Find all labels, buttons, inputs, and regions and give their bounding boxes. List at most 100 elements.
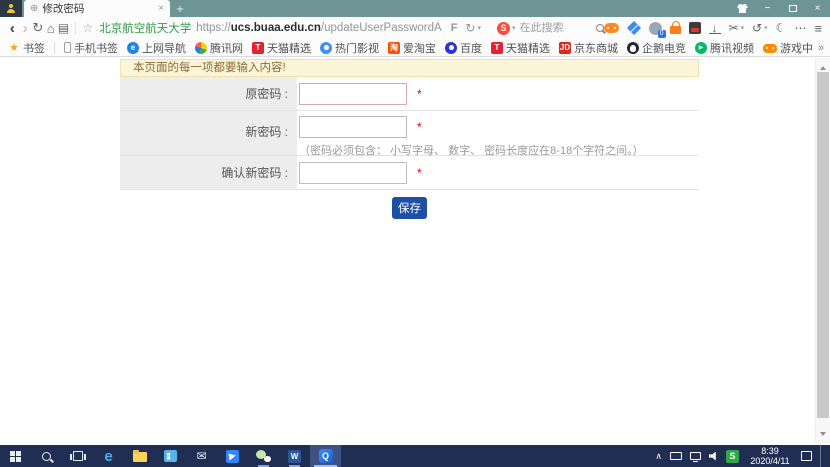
restore-tabs-icon[interactable]: ↺▾ xyxy=(752,21,768,35)
bookmark-panel-button[interactable]: ▤ xyxy=(57,21,70,35)
kite-extension-icon[interactable] xyxy=(627,23,641,33)
taskbar-wechat[interactable] xyxy=(248,445,279,467)
bookmark-label: 天猫精选 xyxy=(506,40,550,56)
skin-button[interactable] xyxy=(730,0,755,17)
bookmark-item[interactable]: 企鹅电竞 xyxy=(627,40,686,56)
page-scrollbar[interactable] xyxy=(815,58,830,444)
bookmark-item[interactable]: T天猫精选 xyxy=(252,40,311,56)
bookmark-label: 游戏中心 xyxy=(780,40,812,56)
speaker-icon[interactable] xyxy=(709,452,718,461)
taskbar-search-button[interactable] xyxy=(31,445,62,467)
taskbar-word[interactable]: W xyxy=(279,445,310,467)
bookmark-item[interactable]: 热门影视 xyxy=(320,40,379,56)
taskbar-edge[interactable]: e xyxy=(93,445,124,467)
keyboard-icon[interactable] xyxy=(670,452,682,460)
scrollbar-up-arrow[interactable] xyxy=(820,63,826,70)
screenshot-icon[interactable]: ✂▾ xyxy=(729,21,745,35)
taskbar-file-explorer[interactable] xyxy=(124,445,155,467)
form-row-confirm-password: 确认新密码 : * xyxy=(120,156,699,190)
action-center-icon[interactable] xyxy=(801,451,812,461)
close-button[interactable]: × xyxy=(805,0,830,17)
taskbar-mail[interactable]: ✉ xyxy=(186,445,217,467)
tab-bar: ⊕ 修改密码 × + − × xyxy=(0,0,830,17)
search-box[interactable]: S ▾ xyxy=(497,22,604,35)
start-button[interactable] xyxy=(0,445,31,467)
gamepad-icon xyxy=(763,44,777,53)
tray-app-icon[interactable]: S xyxy=(726,450,739,463)
shopping-extension-icon[interactable] xyxy=(670,22,681,34)
field-label: 原密码 : xyxy=(120,77,297,110)
new-tab-button[interactable]: + xyxy=(170,0,190,17)
bookmarks-divider xyxy=(54,42,55,54)
taskbar-messenger[interactable] xyxy=(217,445,248,467)
search-icon[interactable] xyxy=(596,24,604,32)
tab-close-icon[interactable]: × xyxy=(158,3,164,14)
form-row-new-password: 新密码 : * （密码必须包含： 小写字母、 数字、 密码长度应在8-18个字符… xyxy=(120,111,699,156)
browser-tab[interactable]: ⊕ 修改密码 × xyxy=(24,0,170,17)
bookmark-label: 腾讯视频 xyxy=(710,40,754,56)
bookmark-item[interactable]: T天猫精选 xyxy=(491,40,550,56)
maximize-button[interactable] xyxy=(780,0,805,17)
night-mode-icon[interactable]: ☾ xyxy=(776,21,787,35)
scrollbar-down-arrow[interactable] xyxy=(820,432,826,439)
f-mode-icon[interactable]: F xyxy=(451,22,458,34)
back-button[interactable]: ‹ xyxy=(6,20,19,37)
confirm-password-input[interactable] xyxy=(299,162,407,184)
taskbar-clock[interactable]: 8:39 2020/4/11 xyxy=(747,446,793,466)
bookmark-label: 腾讯网 xyxy=(210,40,243,56)
user-avatar[interactable] xyxy=(0,0,22,17)
bookmark-label: 京东商城 xyxy=(574,40,618,56)
url-host: ucs.buaa.edu.cn xyxy=(231,22,321,34)
forward-button[interactable]: › xyxy=(19,20,32,37)
bookmark-item[interactable]: 游戏中心 xyxy=(763,40,812,56)
bookmark-label: 手机书签 xyxy=(74,40,118,56)
refresh-button[interactable]: ↻ xyxy=(32,20,45,36)
show-desktop-button[interactable] xyxy=(820,445,824,467)
clock-date: 2020/4/11 xyxy=(747,456,793,466)
bookmark-item[interactable]: 淘爱淘宝 xyxy=(388,40,436,56)
scrollbar-thumb[interactable] xyxy=(817,72,829,418)
download-icon[interactable]: ↓ xyxy=(709,23,721,34)
taskbar-store[interactable] xyxy=(155,445,186,467)
home-button[interactable]: ⌂ xyxy=(44,21,57,36)
menu-icon[interactable]: ≡ xyxy=(814,21,822,36)
globe-icon: ⊕ xyxy=(30,3,38,14)
pdf-extension-icon[interactable] xyxy=(689,22,701,34)
bookmarks-list: ★书签手机书签e上网导航腾讯网T天猫精选热门影视淘爱淘宝百度T天猫精选JD京东商… xyxy=(8,40,812,56)
browser-icon: Q xyxy=(319,449,333,463)
paw-icon xyxy=(320,42,332,54)
required-asterisk: * xyxy=(417,120,422,134)
search-engine-icon[interactable]: S xyxy=(497,22,510,35)
chevron-down-icon[interactable]: ▾ xyxy=(512,24,516,32)
network-icon[interactable] xyxy=(690,452,701,460)
favorite-star-icon[interactable]: ☆ xyxy=(82,21,93,35)
bookmarks-overflow-button[interactable]: » xyxy=(812,42,830,54)
search-icon xyxy=(42,452,51,461)
bookmark-item[interactable]: 手机书签 xyxy=(64,40,118,56)
bookmark-item[interactable]: ★书签 xyxy=(8,40,45,56)
game-center-icon[interactable] xyxy=(604,23,619,33)
bookmark-item[interactable]: e上网导航 xyxy=(127,40,186,56)
bookmark-item[interactable]: JD京东商城 xyxy=(559,40,618,56)
task-view-button[interactable] xyxy=(62,445,93,467)
compat-mode-icon[interactable]: ↻ xyxy=(465,21,475,35)
word-icon: W xyxy=(288,450,301,463)
save-button[interactable]: 保存 xyxy=(392,197,427,219)
search-input[interactable] xyxy=(520,22,594,34)
tray-chevron-icon[interactable]: ∧ xyxy=(655,451,662,462)
new-password-input[interactable] xyxy=(299,116,407,138)
taskbar: e ✉ W Q ∧ S 8:39 2020/4/11 xyxy=(0,445,830,467)
bookmark-item[interactable]: 腾讯视频 xyxy=(695,40,754,56)
bookmark-item[interactable]: 百度 xyxy=(445,40,482,56)
minimize-button[interactable]: − xyxy=(755,0,780,17)
blocker-extension-icon[interactable]: 0 xyxy=(649,22,662,35)
chevron-down-icon[interactable]: ▾ xyxy=(477,24,481,32)
more-icon[interactable]: ⋯ xyxy=(794,21,806,35)
bookmark-item[interactable]: 腾讯网 xyxy=(195,40,243,56)
old-password-input[interactable] xyxy=(299,83,407,105)
address-bar[interactable]: ☆ 北京航空航天大学 https:// ucs.buaa.edu.cn /upd… xyxy=(80,20,481,36)
task-view-icon xyxy=(73,451,83,461)
system-tray: ∧ S 8:39 2020/4/11 xyxy=(655,445,830,467)
person-icon xyxy=(7,4,15,13)
taskbar-browser-active[interactable]: Q xyxy=(310,445,341,467)
